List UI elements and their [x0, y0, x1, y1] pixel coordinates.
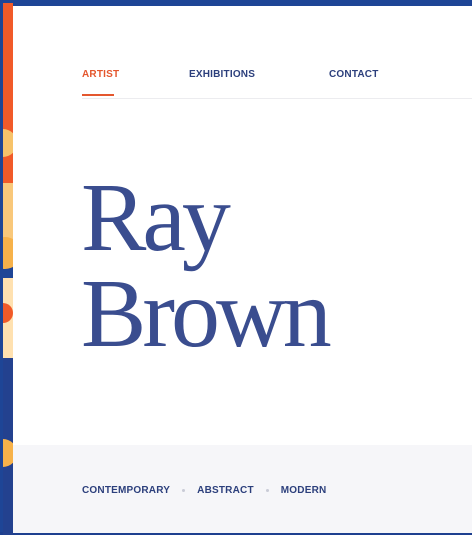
tag-modern[interactable]: MODERN: [281, 485, 327, 496]
window-frame: ARTIST EXHIBITIONS CONTACT Ray Brown CON…: [0, 0, 472, 535]
top-nav: ARTIST EXHIBITIONS CONTACT: [82, 64, 472, 99]
tag-separator-dot: [265, 489, 269, 492]
tag-separator-dot: [182, 489, 186, 492]
artist-first-name: Ray: [81, 164, 231, 272]
tag-list: CONTEMPORARY ABSTRACT MODERN: [82, 485, 326, 496]
nav-active-underline: [82, 94, 114, 96]
nav-exhibitions[interactable]: EXHIBITIONS: [189, 69, 255, 80]
decorative-art-strip: [3, 3, 13, 535]
tag-abstract[interactable]: ABSTRACT: [197, 485, 254, 496]
tag-bar: CONTEMPORARY ABSTRACT MODERN: [13, 445, 472, 533]
nav-contact[interactable]: CONTACT: [329, 69, 379, 80]
tag-contemporary[interactable]: CONTEMPORARY: [82, 485, 170, 496]
artist-last-name: Brown: [81, 260, 332, 368]
page-canvas: ARTIST EXHIBITIONS CONTACT Ray Brown CON…: [13, 6, 472, 533]
nav-artist[interactable]: ARTIST: [82, 69, 119, 80]
artist-name-heading: Ray Brown: [81, 164, 332, 368]
